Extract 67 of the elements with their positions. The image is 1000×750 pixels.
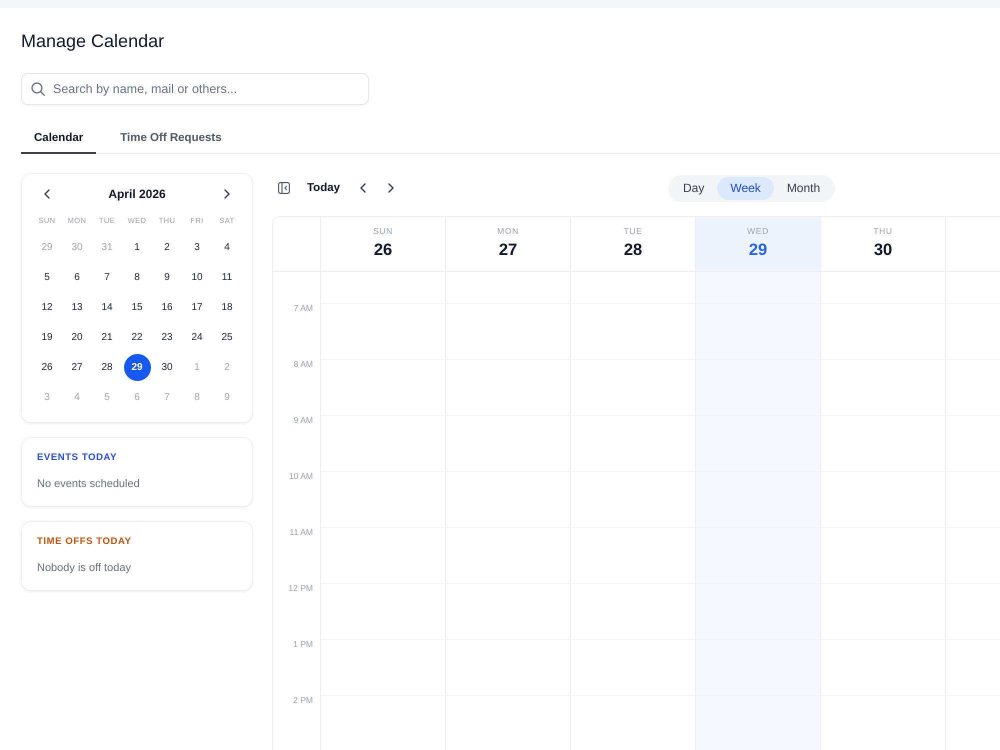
calendar-day[interactable]: 29: [124, 354, 150, 380]
chevron-left-icon: [360, 183, 366, 193]
time-label: 12 PM: [288, 583, 313, 593]
calendar-day[interactable]: 26: [34, 354, 60, 380]
card-message: No events scheduled: [37, 477, 140, 491]
card-message: Nobody is off today: [37, 561, 131, 575]
calendar-day[interactable]: 21: [94, 324, 120, 350]
calendar-day[interactable]: 12: [34, 294, 60, 320]
search-field[interactable]: Search by name, mail or others...: [21, 73, 369, 105]
view-button[interactable]: Week: [717, 176, 774, 200]
calendar-day[interactable]: 25: [214, 324, 240, 350]
calendar-day[interactable]: 19: [34, 324, 60, 350]
calendar-day[interactable]: 5: [34, 264, 60, 290]
panel-icon: [278, 182, 290, 194]
calendar-day[interactable]: 13: [64, 294, 90, 320]
calendar-day[interactable]: 7: [94, 264, 120, 290]
card-title: EVENTS TODAY: [37, 452, 118, 464]
time-label: 10 AM: [288, 471, 313, 481]
calendar-day[interactable]: 27: [64, 354, 90, 380]
time-label: 1 PM: [293, 639, 313, 649]
calendar-day[interactable]: 15: [124, 294, 150, 320]
calendar-day[interactable]: 6: [64, 264, 90, 290]
calendar-day[interactable]: 11: [214, 264, 240, 290]
time-label: 9 AM: [294, 415, 313, 425]
chevron-right-icon: [224, 189, 230, 199]
date-number: 30: [874, 240, 892, 260]
date-number: 26: [374, 240, 392, 260]
weekday-label: TUE: [624, 226, 642, 237]
calendar-day[interactable]: 28: [94, 354, 120, 380]
time-label: 7 AM: [294, 303, 313, 313]
page-title: Manage Calendar: [21, 30, 164, 52]
calendar-day[interactable]: 20: [64, 324, 90, 350]
weekday-label: MON: [497, 226, 519, 237]
chevron-right-icon: [388, 183, 394, 193]
time-label: 11 AM: [290, 527, 313, 537]
weekday-label: THU: [873, 226, 893, 237]
time-label: 8 AM: [294, 359, 313, 369]
card-title: TIME OFFS TODAY: [37, 536, 132, 548]
date-number: 27: [498, 240, 518, 260]
view-button[interactable]: Month: [774, 176, 834, 200]
today-button[interactable]: Today: [305, 177, 342, 199]
calendar-day[interactable]: 1: [124, 234, 150, 260]
date-number: 28: [624, 240, 642, 260]
calendar-day[interactable]: 18: [214, 294, 240, 320]
chevron-left-icon: [44, 189, 50, 199]
search-icon: [31, 82, 45, 96]
tab[interactable]: Calendar: [21, 124, 96, 154]
calendar-day[interactable]: 23: [154, 324, 180, 350]
calendar-day[interactable]: 10: [184, 264, 210, 290]
tab[interactable]: Time Off Requests: [107, 124, 235, 154]
view-button[interactable]: Day: [670, 176, 718, 200]
calendar-day[interactable]: 2: [154, 234, 180, 260]
calendar-day[interactable]: 4: [214, 234, 240, 260]
calendar-day[interactable]: 16: [154, 294, 180, 320]
calendar-day[interactable]: 9: [154, 264, 180, 290]
calendar-day[interactable]: 22: [124, 324, 150, 350]
month-title: April 2026: [108, 187, 166, 201]
calendar-day[interactable]: 3: [184, 234, 210, 260]
date-number: 29: [748, 240, 768, 260]
calendar-day[interactable]: 30: [154, 354, 180, 380]
time-label: 2 PM: [293, 695, 313, 705]
weekday-label: SUN: [373, 226, 393, 237]
calendar-day[interactable]: 8: [124, 264, 150, 290]
weekday-label: WED: [747, 226, 769, 237]
calendar-day[interactable]: 14: [94, 294, 120, 320]
calendar-day[interactable]: 17: [184, 294, 210, 320]
calendar-day[interactable]: 24: [184, 324, 210, 350]
